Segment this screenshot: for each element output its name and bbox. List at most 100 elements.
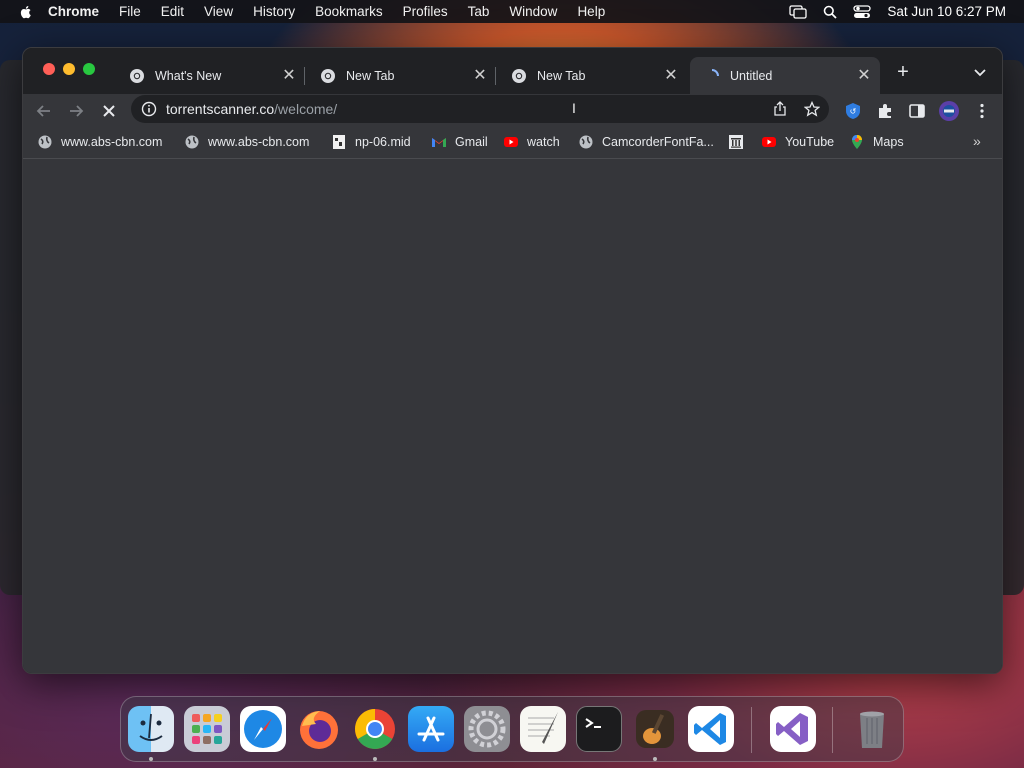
tab-title: Untitled [730, 68, 773, 83]
chrome-window: What's New ✕ New Tab ✕ New Tab ✕ Untitle… [22, 47, 1003, 674]
system-preferences-icon[interactable] [464, 706, 510, 752]
dock-separator [751, 707, 752, 753]
close-window-button[interactable] [43, 63, 55, 75]
menu-view[interactable]: View [204, 4, 233, 19]
globe-icon [185, 135, 199, 149]
back-arrow-icon[interactable] [35, 102, 53, 120]
bookmark-label: CamcorderFontFa... [602, 135, 714, 149]
tab-new-tab-1[interactable]: New Tab ✕ [306, 57, 496, 94]
chrome-dock-icon[interactable] [352, 706, 398, 752]
trash-icon[interactable] [849, 706, 895, 752]
bookmark-abs-cbn-2[interactable]: www.abs-cbn.com [184, 134, 309, 150]
finder-icon[interactable] [128, 706, 174, 752]
bookmark-watch[interactable]: watch [503, 134, 560, 150]
control-center-icon[interactable] [853, 4, 872, 19]
close-tab-icon[interactable]: ✕ [663, 67, 679, 84]
bookmarks-bar: www.abs-cbn.com www.abs-cbn.com np-06.mi… [23, 126, 1002, 159]
vscode-icon[interactable] [688, 706, 734, 752]
museum-icon [729, 135, 743, 149]
launchpad-icon[interactable] [184, 706, 230, 752]
zoom-window-button[interactable] [83, 63, 95, 75]
profile-avatar[interactable] [938, 100, 960, 122]
site-info-icon[interactable] [141, 101, 157, 117]
menu-tab[interactable]: Tab [468, 4, 490, 19]
chrome-icon [130, 68, 144, 83]
tab-untitled-active[interactable]: Untitled ✕ [690, 57, 880, 94]
bookmark-label: np-06.mid [355, 135, 411, 149]
new-tab-button[interactable]: + [893, 62, 913, 82]
bookmark-label: YouTube [785, 135, 835, 149]
globe-icon [579, 135, 593, 149]
maps-icon [852, 135, 862, 149]
tab-new-tab-2[interactable]: New Tab ✕ [497, 57, 687, 94]
app-store-icon[interactable] [408, 706, 454, 752]
screen-mirroring-icon[interactable] [789, 4, 808, 19]
dock-separator [832, 707, 833, 753]
forward-arrow-icon[interactable] [67, 102, 85, 120]
youtube-icon [762, 137, 776, 147]
loading-icon [711, 68, 719, 76]
bookmark-star-icon[interactable] [804, 101, 820, 117]
garageband-icon[interactable] [632, 706, 678, 752]
url-text[interactable]: torrentscanner.co/welcome/ [166, 101, 337, 117]
tab-title: New Tab [537, 68, 586, 83]
menu-bookmarks[interactable]: Bookmarks [315, 4, 383, 19]
safari-icon[interactable] [240, 706, 286, 752]
dock [120, 696, 904, 762]
bookmark-youtube[interactable]: YouTube [761, 134, 834, 150]
menu-history[interactable]: History [253, 4, 295, 19]
garageband-running-dot [653, 757, 657, 761]
tab-separator [495, 67, 496, 85]
menu-app-name[interactable]: Chrome [48, 4, 99, 19]
menu-edit[interactable]: Edit [161, 4, 184, 19]
finder-running-dot [149, 757, 153, 761]
apple-icon[interactable] [18, 4, 34, 20]
close-tab-icon[interactable]: ✕ [281, 67, 297, 84]
menu-help[interactable]: Help [577, 4, 605, 19]
more-bookmarks-chevron-icon[interactable]: » [973, 133, 981, 149]
close-tab-icon[interactable]: ✕ [856, 67, 872, 84]
visual-studio-icon[interactable] [770, 706, 816, 752]
menubar-clock[interactable]: Sat Jun 10 6:27 PM [887, 4, 1006, 19]
globe-icon [38, 135, 52, 149]
bookmark-label: www.abs-cbn.com [61, 135, 163, 149]
more-menu-icon[interactable] [973, 102, 991, 120]
youtube-icon [504, 137, 518, 147]
tab-separator [304, 67, 305, 85]
bookmark-label: watch [527, 135, 560, 149]
side-panel-icon[interactable] [908, 102, 926, 120]
bookmark-np-06-mid[interactable]: np-06.mid [331, 134, 411, 150]
bookmark-abs-cbn-1[interactable]: www.abs-cbn.com [37, 134, 162, 150]
tab-search-chevron-icon[interactable] [972, 64, 988, 80]
tab-strip: What's New ✕ New Tab ✕ New Tab ✕ Untitle… [23, 48, 1002, 94]
menu-window[interactable]: Window [509, 4, 557, 19]
chrome-running-dot [373, 757, 377, 761]
menu-file[interactable]: File [119, 4, 141, 19]
bookmark-gmail[interactable]: Gmail [431, 134, 488, 150]
tab-whats-new[interactable]: What's New ✕ [115, 57, 305, 94]
gmail-icon [432, 138, 446, 147]
share-icon[interactable] [772, 101, 788, 117]
menu-profiles[interactable]: Profiles [403, 4, 448, 19]
menu-bar: Chrome File Edit View History Bookmarks … [0, 0, 1024, 23]
bookmark-museum[interactable] [728, 134, 752, 150]
extensions-puzzle-icon[interactable] [876, 102, 894, 120]
toolbar: torrentscanner.co/welcome/ I ↺ [23, 94, 1002, 126]
bookmark-label: www.abs-cbn.com [208, 135, 310, 149]
bookmark-camcorder-font[interactable]: CamcorderFontFa... [578, 134, 714, 150]
file-icon [333, 135, 345, 149]
address-bar[interactable]: torrentscanner.co/welcome/ I [131, 95, 829, 123]
textedit-icon[interactable] [520, 706, 566, 752]
bookmark-label: Gmail [455, 135, 488, 149]
terminal-icon[interactable] [576, 706, 622, 752]
text-cursor-icon: I [572, 100, 576, 116]
bookmark-maps[interactable]: Maps [849, 134, 904, 150]
stop-loading-icon[interactable] [100, 102, 118, 120]
close-tab-icon[interactable]: ✕ [472, 67, 488, 84]
minimize-window-button[interactable] [63, 63, 75, 75]
extension-shield-icon[interactable]: ↺ [844, 102, 862, 120]
url-path: /welcome/ [274, 101, 338, 117]
spotlight-search-icon[interactable] [823, 5, 838, 19]
firefox-icon[interactable] [296, 706, 342, 752]
page-content-area[interactable] [23, 159, 1002, 673]
